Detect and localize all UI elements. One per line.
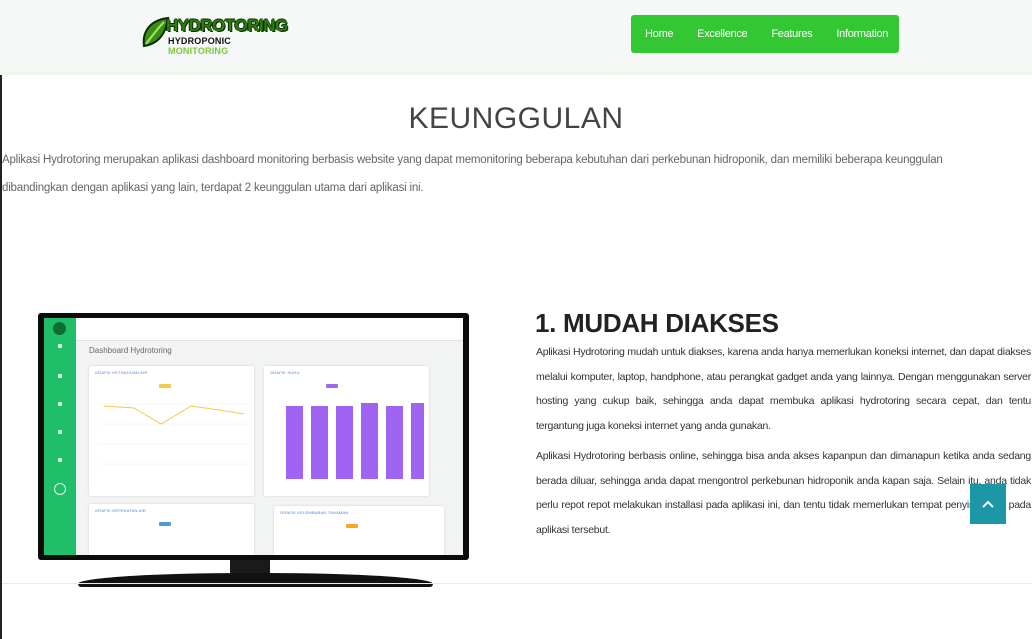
mockup-card-title: GRAFIK KETINGGIAN AIR [95, 370, 148, 375]
intro-text: Aplikasi Hydrotoring merupakan aplikasi … [2, 146, 1032, 202]
page-left-border [0, 0, 2, 639]
mockup-card-title: GRAFIK SUHU [270, 370, 300, 375]
section-paragraph-1: Aplikasi Hydrotoring mudah untuk diakses… [536, 346, 1031, 432]
mockup-chart-card: GRAFIK KETINGGIAN AIR [89, 366, 254, 496]
mockup-menu-icon [58, 430, 62, 434]
mockup-menu-icon [58, 374, 62, 378]
mockup-legend-key [346, 524, 358, 528]
logo-subtitle: HYDROPONIC MONITORING [168, 36, 232, 56]
mockup-bar [286, 406, 303, 479]
mockup-legend-key [159, 522, 171, 526]
chevron-up-icon [982, 500, 994, 508]
monitor-stand-neck [230, 560, 270, 574]
mockup-menu-icon [58, 458, 62, 462]
mockup-bar [411, 403, 424, 479]
monitor-frame: Dashboard Hydrotoring GRAFIK KETINGGIAN … [38, 313, 469, 560]
page-title: KEUNGGULAN [408, 102, 624, 136]
intro-line-1: Aplikasi Hydrotoring merupakan aplikasi … [2, 154, 943, 166]
mockup-bar [386, 406, 403, 479]
mockup-legend-key [326, 384, 338, 388]
mockup-menu-icon [58, 402, 62, 406]
mockup-bar [336, 406, 353, 479]
mockup-dashboard-title: Dashboard Hydrotoring [89, 346, 172, 355]
mockup-settings-icon [54, 483, 66, 495]
mockup-chart-card: GRAFIK KELEMBABAN TANAMAN [274, 506, 444, 555]
intro-line-2: dibandingkan dengan aplikasi yang lain, … [2, 182, 424, 194]
mockup-sidebar [44, 318, 76, 555]
mockup-card-title: GRAFIK KELEMBABAN TANAMAN [280, 510, 349, 515]
monitor-screen: Dashboard Hydrotoring GRAFIK KETINGGIAN … [44, 318, 463, 555]
nav-features[interactable]: Features [771, 28, 812, 40]
monitor-stand-base [78, 573, 433, 587]
section-heading: 1. MUDAH DIAKSES [535, 307, 779, 338]
mockup-topbar [76, 318, 463, 341]
mockup-bar [361, 403, 378, 479]
nav-excellence[interactable]: Excellence [697, 28, 748, 40]
logo-title: HYDROTORING [166, 16, 288, 35]
mockup-line-chart [99, 403, 249, 465]
mockup-bar [311, 406, 328, 479]
brand-logo[interactable]: HYDROTORING HYDROPONIC MONITORING [140, 14, 288, 56]
mockup-home-icon [58, 344, 62, 348]
nav-home[interactable]: Home [645, 28, 673, 40]
top-navbar: HYDROTORING HYDROPONIC MONITORING Home E… [0, 0, 1032, 75]
mockup-logo-icon [53, 322, 66, 335]
mockup-legend-key [159, 384, 171, 388]
section-divider [2, 583, 1032, 584]
section-paragraph-2: Aplikasi Hydrotoring berbasis online, se… [536, 450, 1031, 536]
nav-information[interactable]: Information [836, 28, 888, 40]
main-menu: Home Excellence Features Information [631, 15, 899, 53]
mockup-chart-card: GRAFIK SUHU [264, 366, 429, 496]
dashboard-mockup-image: Dashboard Hydrotoring GRAFIK KETINGGIAN … [38, 313, 471, 588]
scroll-to-top-button[interactable] [970, 484, 1006, 524]
mockup-card-title: GRAFIK KEPEKATAN AIR [95, 508, 146, 513]
mockup-chart-card: GRAFIK KEPEKATAN AIR [89, 504, 254, 555]
